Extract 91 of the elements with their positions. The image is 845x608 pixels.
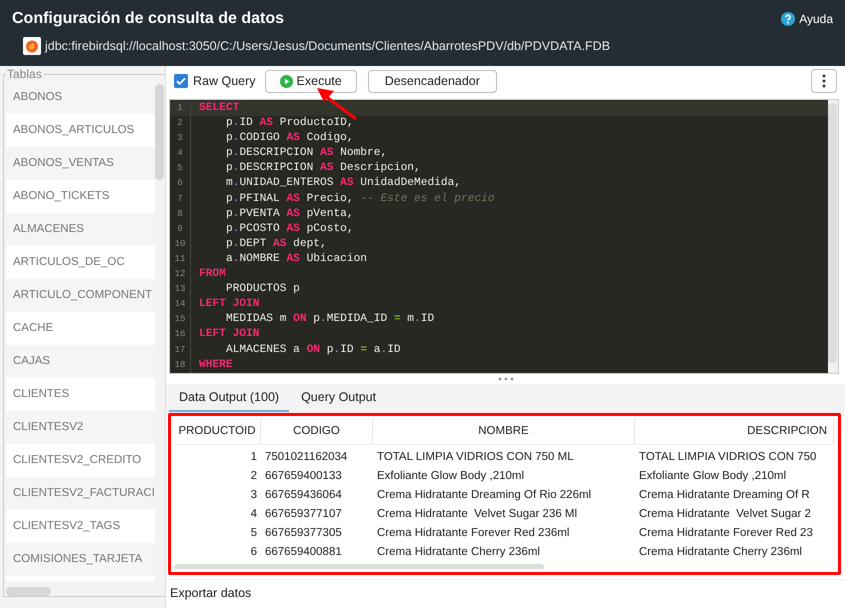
line-number: 9 [170, 222, 191, 237]
column-header[interactable]: CODIGO [261, 419, 373, 444]
line-number: 15 [170, 312, 191, 328]
code-line: LEFT JOIN [199, 297, 260, 312]
table-cell-text: 667659400881 [264, 545, 343, 560]
table-cell-text: Crema Hidratante Dreaming Of Rio 226ml [376, 488, 592, 503]
table-cell-text: Crema Hidratante Velvet Sugar 2 [638, 507, 812, 522]
line-number: 1 [170, 101, 191, 116]
column-header[interactable]: NOMBRE [373, 419, 635, 444]
check-icon [175, 75, 187, 87]
line-number: 12 [170, 267, 191, 282]
raw-query-checkbox[interactable]: Raw Query [174, 74, 256, 88]
line-number: 11 [170, 252, 191, 268]
line-number: 17 [170, 342, 191, 358]
help-link[interactable]: Ayuda [781, 12, 833, 26]
table-cell-text: 4 [250, 507, 258, 522]
table-cell-text: 667659436064 [264, 488, 343, 503]
table-list-item[interactable]: ABONO_TICKETS [6, 180, 155, 213]
line-number: 13 [170, 282, 191, 298]
table-list-item[interactable]: CACHE [6, 312, 155, 345]
code-line: FROM [199, 267, 226, 282]
table-cell-text: Crema Hidratante Cherry 236ml [638, 545, 803, 560]
code-line: p.PCOSTO AS pCosto, [225, 222, 354, 237]
firebird-icon [23, 37, 41, 55]
scrollbar[interactable] [174, 564, 544, 569]
splitter-handle[interactable] [498, 377, 514, 381]
line-number: 10 [170, 236, 191, 252]
line-number: 7 [170, 192, 191, 207]
code-line: p.DESCRIPCION AS Nombre, [225, 146, 388, 162]
connection-url: jdbc:firebirdsql://localhost:3050/C:/Users/Jesus/Documents/Clientes/AbarrotesPDV/db/PDVDATA.FDB [45, 39, 610, 53]
table-cell-text: 667659400133 [264, 469, 343, 484]
table-list-item[interactable]: ARTICULOS_DE_OC [6, 246, 155, 279]
code-line: SELECT [199, 101, 240, 116]
line-number: 3 [170, 131, 191, 146]
table-list-item[interactable]: CLIENTES [6, 378, 155, 411]
code-line: WHERE [199, 358, 233, 373]
code-line: m.UNIDAD_ENTEROS AS UnidadDeMedida, [225, 176, 462, 192]
line-number: 4 [170, 146, 191, 162]
line-number: 6 [170, 176, 191, 192]
export-link[interactable]: Exportar datos [170, 586, 252, 600]
column-header[interactable]: PRODUCTOID [174, 419, 261, 444]
table-cell-text: Crema Hidratante Velvet Sugar 236 Ml [376, 507, 578, 522]
table-cell-text: Exfoliante Glow Body ,210ml [376, 469, 526, 484]
window-title: Configuración de consulta de datos [12, 10, 284, 28]
execute-button[interactable]: Execute [264, 70, 357, 92]
table-list-item[interactable]: ABONOS_ARTICULOS [6, 114, 155, 147]
table-cell-text: 5 [250, 526, 258, 541]
code-line: ALMACENES a ON p.ID = a.ID [225, 342, 401, 358]
play-icon [280, 74, 293, 88]
line-number: 14 [170, 297, 191, 312]
table-cell-text: Exfoliante Glow Body ,210ml [638, 469, 788, 484]
checkbox-label: Raw Query [193, 74, 256, 88]
column-header[interactable]: DESCRIPCION [635, 419, 834, 444]
table-cell-text: 2 [250, 469, 258, 484]
line-number: 2 [170, 116, 191, 132]
table-cell-text: TOTAL LIMPIA VIDRIOS CON 750 [638, 450, 818, 465]
table-list-item[interactable]: CLIENTESV2_CREDITO [6, 444, 155, 477]
table-cell-text: 7501021162034 [264, 450, 348, 465]
code-line: p.DESCRIPCION AS Descripcion, [225, 161, 421, 176]
help-icon [781, 12, 796, 26]
scrollbar[interactable] [828, 103, 837, 363]
toolbar-button[interactable]: Desencadenador [368, 70, 497, 92]
table-cell-text: 667659377107 [264, 507, 343, 522]
code-line: p.PVENTA AS pVenta, [225, 206, 354, 222]
output-tab[interactable]: Query Output [291, 384, 386, 412]
code-editor[interactable] [169, 99, 839, 374]
table-list-item[interactable]: CLIENTESV2_TAGS [6, 510, 155, 543]
panel-legend: Tablas [6, 67, 43, 81]
table-cell-text: Crema Hidratante Forever Red 23 [638, 526, 814, 541]
table-cell-text: 1 [250, 450, 258, 465]
line-number: 18 [170, 358, 191, 373]
code-line: p.CODIGO AS Codigo, [225, 131, 354, 146]
table-cell-text: Crema Hidratante Dreaming Of R [638, 488, 811, 503]
table-cell-text: Crema Hidratante Forever Red 236ml [376, 526, 570, 541]
code-line: MEDIDAS m ON p.MEDIDA_ID = m.ID [225, 312, 434, 328]
table-cell-text: 667659377305 [264, 526, 343, 541]
more-icon [822, 74, 826, 88]
code-line: p.PFINAL AS Precio, -- Este es el precio [225, 192, 495, 207]
line-number: 8 [170, 206, 191, 222]
code-line: LEFT JOIN [199, 327, 260, 342]
code-line: p.DEPT AS dept, [225, 236, 327, 252]
table-cell-text: 3 [250, 488, 258, 503]
table-cell-text: 6 [250, 545, 258, 560]
more-button[interactable] [811, 69, 837, 93]
code-line: PRODUCTOS p [225, 282, 300, 298]
code-line: a.NOMBRE AS Ubicacion [225, 252, 368, 267]
table-cell-text: Crema Hidratante Cherry 236ml [376, 545, 541, 560]
table-cell-text: TOTAL LIMPIA VIDRIOS CON 750 ML [376, 450, 575, 465]
line-number: 16 [170, 327, 191, 342]
line-number: 5 [170, 161, 191, 176]
code-line: p.ID AS ProductoID, [225, 116, 354, 132]
